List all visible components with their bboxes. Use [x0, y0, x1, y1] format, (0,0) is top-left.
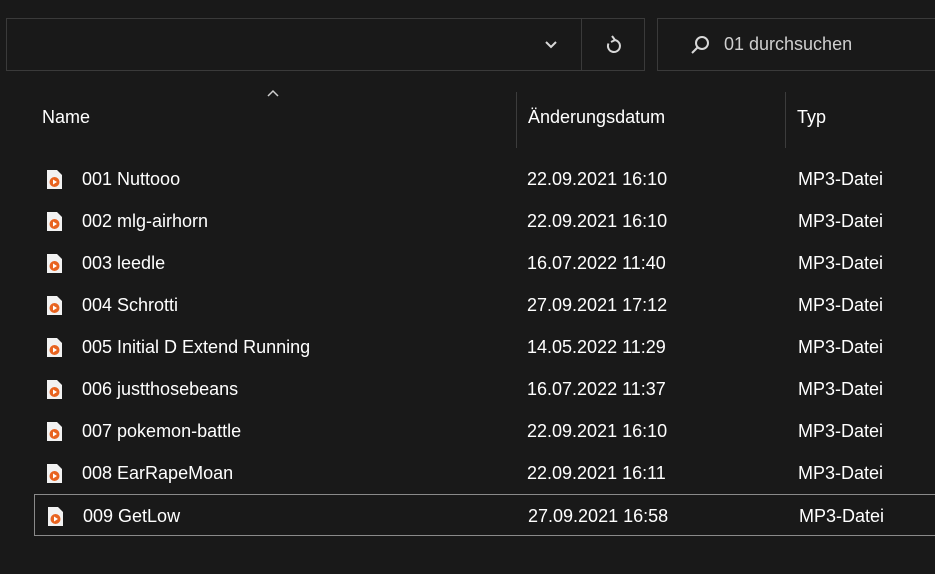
mp3-file-icon [47, 170, 62, 189]
file-name: 001 Nuttooo [82, 168, 181, 189]
file-date: 16.07.2022 11:37 [527, 378, 666, 399]
file-type: MP3-Datei [798, 462, 884, 483]
chevron-down-icon [545, 40, 557, 48]
column-name-header[interactable]: Name [42, 86, 90, 148]
file-type: MP3-Datei [798, 252, 884, 273]
address-history-button[interactable] [531, 19, 571, 70]
file-name: 003 leedle [82, 252, 166, 273]
file-date: 22.09.2021 16:10 [527, 168, 668, 189]
column-type-header[interactable]: Typ [797, 86, 826, 148]
mp3-file-icon [47, 422, 62, 441]
refresh-button[interactable] [581, 19, 645, 70]
file-type: MP3-Datei [799, 505, 885, 526]
mp3-file-icon [47, 296, 62, 315]
file-row-selected[interactable]: 009 GetLow 27.09.2021 16:58 MP3-Datei [34, 494, 935, 536]
search-box[interactable]: 01 durchsuchen [657, 18, 935, 71]
column-header: Name Änderungsdatum Typ [0, 86, 935, 148]
column-divider[interactable] [516, 92, 517, 148]
mp3-file-icon [47, 464, 62, 483]
file-type: MP3-Datei [798, 420, 884, 441]
file-type: MP3-Datei [798, 378, 884, 399]
file-name: 004 Schrotti [82, 294, 179, 315]
search-icon [691, 35, 709, 54]
search-icon-container [682, 35, 718, 55]
file-row[interactable]: 004 Schrotti 27.09.2021 17:12 MP3-Datei [34, 284, 935, 326]
file-row[interactable]: 006 justthosebeans 16.07.2022 11:37 MP3-… [34, 368, 935, 410]
file-date: 22.09.2021 16:10 [527, 210, 668, 231]
navigation-bar: 01 durchsuchen [0, 0, 935, 86]
file-date: 22.09.2021 16:10 [527, 420, 668, 441]
file-date: 14.05.2022 11:29 [527, 336, 666, 357]
file-row[interactable]: 005 Initial D Extend Running 14.05.2022 … [34, 326, 935, 368]
file-type: MP3-Datei [798, 336, 884, 357]
file-row[interactable]: 001 Nuttooo 22.09.2021 16:10 MP3-Datei [34, 158, 935, 200]
file-name: 007 pokemon-battle [82, 420, 242, 441]
sort-ascending-icon [267, 89, 279, 97]
file-row[interactable]: 003 leedle 16.07.2022 11:40 MP3-Datei [34, 242, 935, 284]
file-name: 005 Initial D Extend Running [82, 336, 311, 357]
file-name: 009 GetLow [83, 505, 181, 526]
file-date: 22.09.2021 16:11 [527, 462, 666, 483]
mp3-file-icon [47, 212, 62, 231]
mp3-file-icon [48, 507, 63, 526]
file-type: MP3-Datei [798, 294, 884, 315]
column-date-header[interactable]: Änderungsdatum [528, 86, 665, 148]
mp3-file-icon [47, 338, 62, 357]
column-divider[interactable] [785, 92, 786, 148]
file-name: 002 mlg-airhorn [82, 210, 209, 231]
file-row[interactable]: 007 pokemon-battle 22.09.2021 16:10 MP3-… [34, 410, 935, 452]
file-row[interactable]: 008 EarRapeMoan 22.09.2021 16:11 MP3-Dat… [34, 452, 935, 494]
file-date: 27.09.2021 16:58 [528, 505, 669, 526]
file-type: MP3-Datei [798, 210, 884, 231]
file-name: 006 justthosebeans [82, 378, 239, 399]
address-bar[interactable] [6, 18, 645, 71]
file-row[interactable]: 002 mlg-airhorn 22.09.2021 16:10 MP3-Dat… [34, 200, 935, 242]
file-explorer-window: 01 durchsuchen Name Änderungsdatum Typ 0… [0, 0, 935, 574]
refresh-icon [606, 34, 621, 53]
file-type: MP3-Datei [798, 168, 884, 189]
file-date: 16.07.2022 11:40 [527, 252, 666, 273]
file-name: 008 EarRapeMoan [82, 462, 234, 483]
search-input[interactable]: 01 durchsuchen [724, 34, 852, 55]
file-date: 27.09.2021 17:12 [527, 294, 668, 315]
mp3-file-icon [47, 380, 62, 399]
mp3-file-icon [47, 254, 62, 273]
